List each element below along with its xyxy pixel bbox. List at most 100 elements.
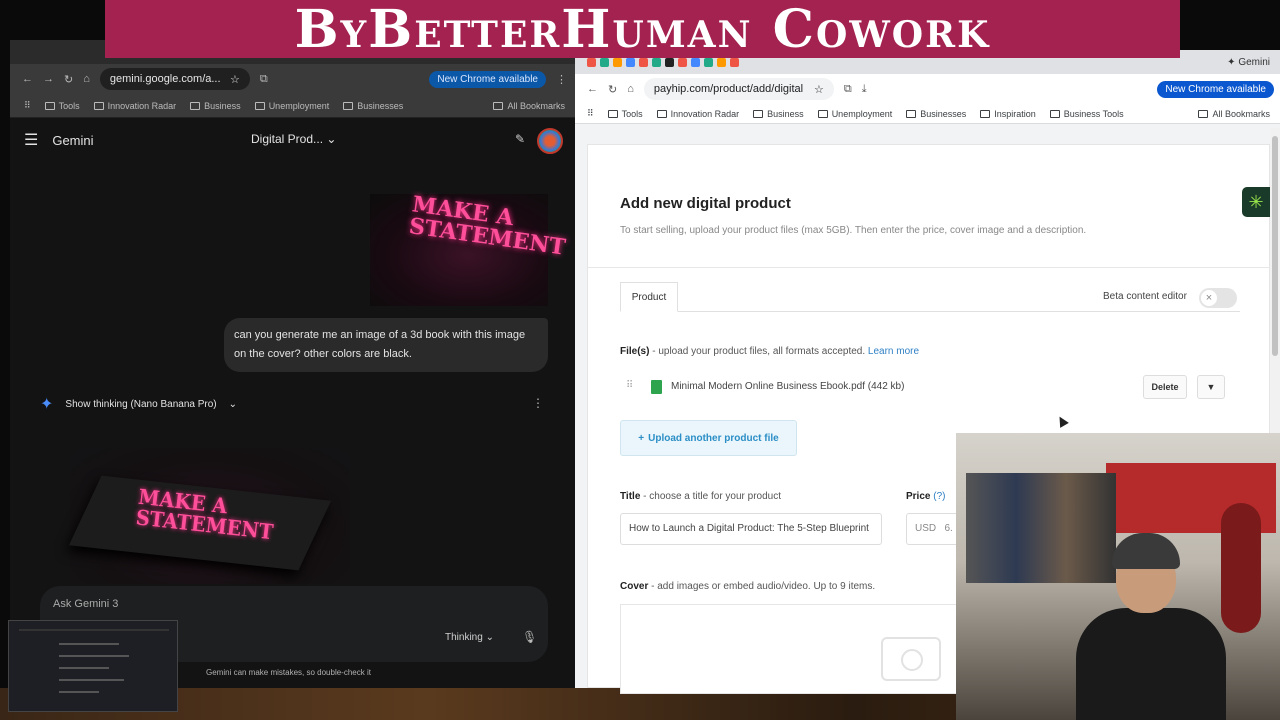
bookmark-label: Business: [204, 100, 241, 111]
response-menu-icon[interactable]: ⋮: [532, 396, 544, 410]
right-bookmarks-bar: ⠿ Tools Innovation Radar Business Unempl…: [575, 104, 1280, 124]
reload-icon[interactable]: ↻: [64, 73, 73, 86]
user-prompt-bubble: can you generate me an image of a 3d boo…: [224, 318, 548, 372]
thumb-line: [59, 691, 99, 693]
delete-file-button[interactable]: Delete: [1143, 375, 1187, 399]
thumb-line: [59, 667, 109, 669]
learn-more-link[interactable]: Learn more: [868, 346, 919, 357]
price-help-link[interactable]: (?): [933, 491, 945, 502]
uploaded-image[interactable]: MAKE A STATEMENT: [370, 191, 567, 306]
new-chrome-available-button[interactable]: New Chrome available: [429, 70, 546, 88]
bookmark-tools[interactable]: Tools: [607, 109, 643, 119]
files-label: File(s) - upload your product files, all…: [620, 346, 919, 357]
right-url-field[interactable]: payhip.com/product/add/digital ☆: [643, 78, 834, 100]
new-chrome-available-button[interactable]: New Chrome available: [1157, 80, 1274, 98]
webcam-person-hat: [1112, 533, 1180, 569]
caret-down-icon: ▼: [1206, 382, 1216, 392]
folder-icon: [343, 101, 354, 110]
folder-icon: [493, 101, 504, 110]
hamburger-menu-icon[interactable]: ☰: [24, 130, 38, 150]
left-address-bar-row: ← → ↻ ⌂ gemini.google.com/a... ☆ ⧉ New Ch…: [10, 64, 575, 94]
back-icon[interactable]: ←: [22, 73, 33, 85]
home-icon[interactable]: ⌂: [627, 83, 634, 95]
tab-underline: [620, 311, 1240, 312]
menu-kebab-icon[interactable]: ⋮: [556, 73, 567, 86]
minimized-window-thumbnail[interactable]: [8, 620, 178, 712]
home-icon[interactable]: ⌂: [83, 73, 90, 85]
extension-icon[interactable]: ⧉: [844, 83, 852, 96]
tab-product[interactable]: Product: [620, 282, 678, 312]
gemini-tab-label[interactable]: ✦ Gemini: [1227, 57, 1270, 68]
title-input[interactable]: How to Launch a Digital Product: The 5-S…: [620, 513, 882, 545]
extension-icon[interactable]: ⧉: [260, 73, 268, 86]
file-icon: [651, 380, 662, 394]
gemini-spark-icon: ✦: [40, 396, 54, 413]
left-url-field[interactable]: gemini.google.com/a... ☆: [99, 68, 250, 90]
conversation-title-dropdown[interactable]: Digital Prod... ⌄: [251, 132, 336, 146]
drag-handle-icon[interactable]: ⠿: [626, 380, 633, 391]
price-label: Price (?): [906, 491, 945, 502]
files-label-bold: File(s): [620, 346, 650, 357]
banner-text: ByBetterHuman Cowork: [294, 0, 991, 60]
uploaded-file-row: ⠿ Minimal Modern Online Business Ebook.p…: [620, 375, 1228, 399]
folder-icon: [906, 109, 917, 118]
new-chat-icon[interactable]: ✎: [515, 132, 525, 146]
forward-icon[interactable]: →: [43, 73, 54, 85]
cover-label: Cover - add images or embed audio/video.…: [620, 581, 875, 592]
file-options-dropdown[interactable]: ▼: [1197, 375, 1225, 399]
folder-icon: [44, 101, 55, 110]
chevron-down-icon: ⌄: [326, 132, 337, 146]
right-url-text: payhip.com/product/add/digital: [653, 83, 804, 95]
apps-icon[interactable]: ⠿: [24, 100, 31, 111]
bookmark-unemployment[interactable]: Unemployment: [254, 101, 329, 111]
bookmark-label: All Bookmarks: [1212, 108, 1270, 119]
prompt-input-placeholder: Ask Gemini 3: [53, 598, 119, 610]
apps-icon[interactable]: ⠿: [587, 108, 594, 119]
star-icon[interactable]: ☆: [814, 83, 824, 96]
gemini-app-title: Gemini: [52, 132, 94, 148]
thumb-line: [59, 643, 119, 645]
mode-selector[interactable]: Thinking ⌄: [445, 632, 494, 643]
bookmark-innovation-radar[interactable]: Innovation Radar: [93, 101, 176, 111]
reload-icon[interactable]: ↻: [608, 83, 617, 96]
microphone-icon[interactable]: 🎙︎: [522, 630, 537, 644]
bookmark-label: Inspiration: [994, 108, 1036, 119]
bookmark-tools[interactable]: Tools: [44, 100, 80, 111]
folder-icon: [190, 101, 201, 110]
bookmark-unemployment[interactable]: Unemployment: [817, 108, 893, 119]
floating-widget-icon[interactable]: ✳: [1242, 187, 1270, 217]
star-icon[interactable]: ☆: [230, 73, 240, 86]
bookmark-business-tools[interactable]: Business Tools: [1049, 109, 1124, 119]
bookmark-business[interactable]: Business: [753, 109, 804, 119]
conversation-title: Digital Prod...: [251, 132, 324, 146]
bookmark-label: Unemployment: [831, 108, 893, 119]
folder-icon: [656, 109, 667, 118]
beta-editor-toggle[interactable]: ×: [1199, 288, 1237, 308]
bookmark-all[interactable]: All Bookmarks: [1198, 109, 1270, 119]
cover-label-bold: Cover: [620, 581, 649, 592]
download-icon[interactable]: ⤓: [862, 83, 867, 96]
title-label-rest: - choose a title for your product: [640, 491, 782, 502]
bookmark-businesses[interactable]: Businesses: [906, 109, 966, 119]
bookmark-business[interactable]: Business: [190, 101, 241, 111]
scrollbar-thumb[interactable]: [1272, 136, 1278, 356]
bookmark-inspiration[interactable]: Inspiration: [980, 109, 1036, 119]
book-cover-text: MAKE A STATEMENT: [134, 484, 275, 545]
bookmark-label: Tools: [58, 100, 80, 111]
generated-book-image[interactable]: MAKE A STATEMENT: [68, 448, 350, 584]
webcam-guitar: [1221, 503, 1261, 633]
bookmark-all[interactable]: All Bookmarks: [493, 101, 565, 111]
bookmark-innovation-radar[interactable]: Innovation Radar: [656, 109, 739, 119]
camera-icon: [881, 637, 941, 681]
plus-icon: +: [638, 432, 645, 444]
upload-another-file-button[interactable]: + Upload another product file: [620, 420, 797, 456]
bookmark-label: All Bookmarks: [507, 100, 565, 111]
folder-icon: [1049, 109, 1060, 118]
folder-icon: [1198, 109, 1209, 118]
image-neon-text: MAKE A STATEMENT: [407, 191, 568, 261]
show-thinking-toggle[interactable]: ✦ Show thinking (Nano Banana Pro) ⌄: [40, 394, 237, 414]
avatar[interactable]: [537, 128, 563, 154]
chevron-down-icon: ⌄: [228, 398, 237, 410]
bookmark-businesses[interactable]: Businesses: [343, 101, 403, 111]
back-icon[interactable]: ←: [587, 83, 598, 95]
